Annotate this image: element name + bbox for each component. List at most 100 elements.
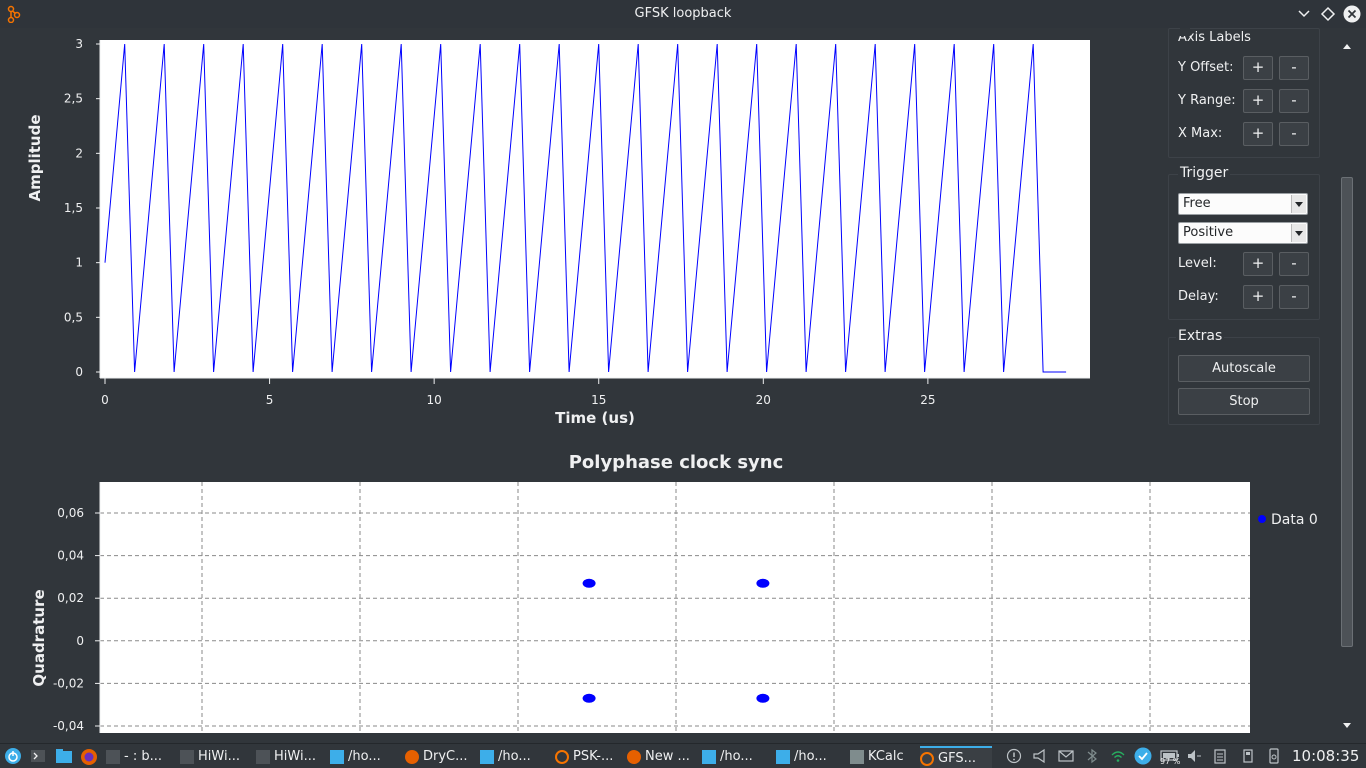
y-offset-label: Y Offset: bbox=[1178, 60, 1234, 75]
const-ytick-label: 0,06 bbox=[57, 506, 84, 520]
bluetooth-icon[interactable] bbox=[1084, 748, 1100, 764]
task-firefox-new[interactable]: New ... bbox=[627, 746, 695, 768]
file-manager-launcher-icon[interactable] bbox=[55, 748, 73, 764]
firefox-launcher-icon[interactable] bbox=[80, 748, 98, 766]
scrollbar-thumb[interactable] bbox=[1341, 177, 1353, 647]
main-content: 3 2,5 2 1,5 1 0,5 0 0 5 10 15 20 25 Amplitude Time … bbox=[0, 28, 1366, 733]
firefox-icon bbox=[627, 749, 641, 764]
maximize-icon[interactable] bbox=[1319, 5, 1337, 23]
extras-panel-title: Extras bbox=[1176, 328, 1225, 344]
firefox-icon bbox=[405, 749, 419, 764]
time-xtick-label: 20 bbox=[756, 393, 771, 407]
time-ytick-label: 0,5 bbox=[64, 310, 83, 324]
battery-percentage: 97 % bbox=[1160, 757, 1181, 766]
task-terminal-1[interactable]: - : b... bbox=[106, 746, 174, 768]
time-ytick-label: 2 bbox=[75, 146, 83, 160]
constellation-point bbox=[756, 693, 770, 703]
time-domain-plot[interactable]: 3 2,5 2 1,5 1 0,5 0 0 5 10 15 20 25 Amplitude Time … bbox=[0, 28, 1100, 438]
volume-icon[interactable] bbox=[1186, 748, 1202, 764]
time-ytick-label: 2,5 bbox=[64, 92, 83, 106]
constellation-plot[interactable]: Polyphase clock sync 0,06 0,04 0,02 0 -0,02 -… bbox=[0, 438, 1330, 733]
time-xtick-label: 25 bbox=[920, 393, 935, 407]
gnuradio-icon bbox=[555, 749, 569, 764]
trigger-slope-value: Positive bbox=[1183, 225, 1234, 240]
x-max-label: X Max: bbox=[1178, 126, 1223, 141]
legend-label[interactable]: Data 0 bbox=[1271, 512, 1318, 528]
y-range-minus-button[interactable]: - bbox=[1279, 89, 1309, 113]
autoscale-button[interactable]: Autoscale bbox=[1178, 355, 1310, 382]
close-icon[interactable] bbox=[1343, 5, 1361, 23]
window-title: GFSK loopback bbox=[634, 6, 732, 21]
y-offset-minus-button[interactable]: - bbox=[1279, 56, 1309, 80]
gnuradio-icon bbox=[920, 751, 934, 766]
phone-connect-icon[interactable] bbox=[1266, 748, 1282, 764]
folder-icon bbox=[330, 749, 344, 764]
terminal-icon bbox=[180, 749, 194, 764]
task-gfsk[interactable]: GFS... bbox=[920, 746, 992, 768]
scroll-down-icon[interactable] bbox=[1340, 720, 1354, 732]
axis-labels-checkbox-clip bbox=[1180, 28, 1190, 36]
terminal-icon bbox=[106, 749, 120, 764]
trigger-delay-minus-button[interactable]: - bbox=[1279, 285, 1309, 309]
trigger-slope-select[interactable]: Positive bbox=[1178, 222, 1308, 244]
constellation-ylabel: Quadrature bbox=[30, 589, 48, 686]
folder-icon bbox=[702, 749, 716, 764]
mail-icon[interactable] bbox=[1058, 748, 1074, 764]
y-range-plus-button[interactable]: + bbox=[1243, 89, 1273, 113]
task-hiwi-1[interactable]: HiWi... bbox=[180, 746, 250, 768]
clock[interactable]: 10:08:35 bbox=[1292, 747, 1359, 765]
constellation-title: Polyphase clock sync bbox=[569, 452, 784, 473]
trigger-delay-label: Delay: bbox=[1178, 289, 1219, 304]
trigger-mode-value: Free bbox=[1183, 196, 1211, 211]
const-ytick-label: -0,02 bbox=[53, 676, 84, 690]
task-psk[interactable]: PSK-... bbox=[555, 746, 621, 768]
time-xtick-label: 0 bbox=[101, 393, 109, 407]
scroll-up-icon[interactable] bbox=[1340, 40, 1354, 52]
const-ytick-label: 0 bbox=[76, 634, 84, 648]
trigger-level-plus-button[interactable]: + bbox=[1243, 252, 1273, 276]
trigger-mode-select[interactable]: Free bbox=[1178, 193, 1308, 215]
constellation-canvas bbox=[100, 482, 1250, 733]
y-offset-plus-button[interactable]: + bbox=[1243, 56, 1273, 80]
constellation-point bbox=[582, 578, 596, 588]
const-ytick-label: 0,02 bbox=[57, 591, 84, 605]
time-xtick-label: 10 bbox=[427, 393, 442, 407]
trigger-level-label: Level: bbox=[1178, 256, 1217, 271]
task-folder-4[interactable]: /ho... bbox=[776, 746, 844, 768]
wifi-icon[interactable] bbox=[1110, 748, 1126, 764]
window-titlebar: GFSK loopback bbox=[0, 0, 1366, 28]
trigger-delay-plus-button[interactable]: + bbox=[1243, 285, 1273, 309]
announcement-icon[interactable] bbox=[1032, 748, 1048, 764]
app-launcher-icon[interactable] bbox=[4, 747, 22, 765]
removable-device-icon[interactable] bbox=[1240, 748, 1256, 764]
terminal-launcher-icon[interactable] bbox=[30, 748, 46, 764]
task-firefox-dryc[interactable]: DryC... bbox=[405, 746, 475, 768]
time-plot-ylabel: Amplitude bbox=[26, 114, 44, 201]
calculator-icon bbox=[850, 749, 864, 764]
x-max-minus-button[interactable]: - bbox=[1279, 122, 1309, 146]
trigger-level-minus-button[interactable]: - bbox=[1279, 252, 1309, 276]
task-hiwi-2[interactable]: HiWi... bbox=[256, 746, 324, 768]
constellation-point bbox=[756, 578, 770, 588]
time-ytick-label: 1,5 bbox=[64, 201, 83, 215]
task-folder-1[interactable]: /ho... bbox=[330, 746, 398, 768]
trigger-panel-title: Trigger bbox=[1178, 165, 1231, 181]
time-xtick-label: 5 bbox=[266, 393, 274, 407]
folder-icon bbox=[480, 749, 494, 764]
notification-icon[interactable] bbox=[1006, 748, 1022, 764]
time-plot-xlabel: Time (us) bbox=[555, 409, 635, 427]
chevron-down-icon bbox=[1291, 195, 1306, 213]
main-scrollbar[interactable] bbox=[1340, 40, 1354, 733]
x-max-plus-button[interactable]: + bbox=[1243, 122, 1273, 146]
stop-button[interactable]: Stop bbox=[1178, 388, 1310, 415]
task-folder-3[interactable]: /ho... bbox=[702, 746, 770, 768]
updates-icon[interactable] bbox=[1134, 747, 1152, 765]
const-ytick-label: -0,04 bbox=[53, 719, 84, 733]
task-kcalc[interactable]: KCalc bbox=[850, 746, 918, 768]
chevron-down-icon bbox=[1291, 224, 1306, 242]
folder-icon bbox=[776, 749, 790, 764]
const-ytick-label: 0,04 bbox=[57, 549, 84, 563]
clipboard-icon[interactable] bbox=[1212, 748, 1228, 764]
minimize-icon[interactable] bbox=[1295, 5, 1313, 23]
task-folder-2[interactable]: /ho... bbox=[480, 746, 548, 768]
